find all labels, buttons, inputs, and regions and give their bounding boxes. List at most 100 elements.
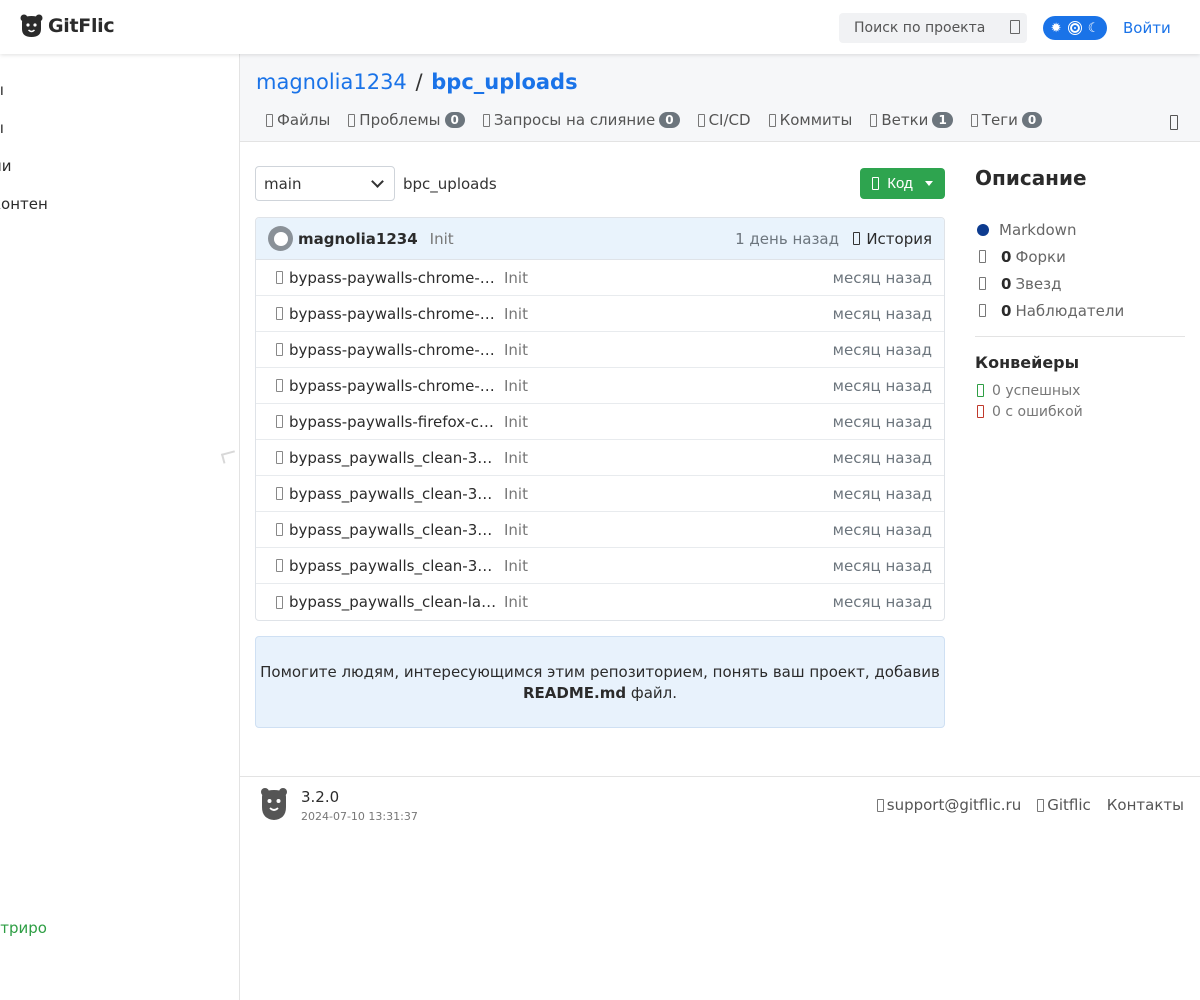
avatar[interactable] [268, 226, 293, 251]
table-row[interactable]: bypass-paywalls-firefox-clean... Init ме… [256, 404, 944, 440]
file-icon [276, 451, 283, 464]
file-commit-message[interactable]: Init [504, 305, 528, 323]
moon-icon[interactable]: ☾ [1088, 22, 1100, 35]
sun-icon[interactable]: ✹ [1051, 22, 1062, 35]
file-name[interactable]: bypass_paywalls_clean-3.7.3.... [289, 449, 497, 467]
file-commit-message[interactable]: Init [504, 557, 528, 575]
app-name: GitFlic [48, 15, 115, 37]
tab-label: Запросы на слияние [493, 111, 656, 129]
chevron-down-icon [371, 174, 384, 188]
file-commit-time: месяц назад [832, 412, 932, 431]
current-path: bpc_uploads [403, 175, 497, 193]
file-commit-message[interactable]: Init [504, 593, 528, 611]
table-row[interactable]: bypass-paywalls-chrome-cle... Init месяц… [256, 332, 944, 368]
contacts-link[interactable]: Контакты [1107, 796, 1184, 814]
sidebar-collapse-handle[interactable] [220, 450, 238, 464]
cicd-icon [697, 113, 705, 127]
table-row[interactable]: bypass-paywalls-chrome-cle... Init месяц… [256, 260, 944, 296]
project-search-input[interactable] [839, 13, 1027, 43]
bear-logo-icon [20, 14, 43, 38]
error-icon [977, 405, 984, 418]
stars-item[interactable]: 0 Звезд [975, 270, 1185, 297]
file-commit-message[interactable]: Init [504, 521, 528, 539]
code-button-label: Код [887, 175, 913, 192]
code-button[interactable]: Код [860, 168, 945, 199]
file-commit-message[interactable]: Init [504, 449, 528, 467]
login-link[interactable]: Войти [1123, 19, 1171, 37]
tag-icon [970, 113, 978, 127]
code-icon [872, 177, 880, 190]
pipelines-success[interactable]: 0 успешных [975, 380, 1185, 401]
search-icon[interactable] [1010, 20, 1020, 34]
history-label: История [866, 229, 932, 248]
branch-select[interactable]: main [255, 166, 395, 201]
file-name[interactable]: bypass_paywalls_clean-3.7.4.... [289, 557, 497, 575]
target-icon[interactable] [1066, 20, 1083, 36]
history-link[interactable]: История [853, 230, 932, 248]
sidebar-item[interactable]: ии [0, 157, 12, 175]
theme-switcher[interactable]: ✹ ☾ [1043, 16, 1107, 40]
tab-branches[interactable]: Ветки 1 [870, 111, 953, 129]
commit-icon [768, 113, 776, 127]
table-row[interactable]: bypass_paywalls_clean-3.7.4.... Init мес… [256, 512, 944, 548]
repo-owner-link[interactable]: magnolia1234 [256, 70, 407, 94]
pipelines-failed[interactable]: 0 с ошибкой [975, 401, 1185, 422]
tab-tags[interactable]: Теги 0 [970, 111, 1043, 129]
tab-files[interactable]: Файлы [266, 111, 330, 129]
file-commit-time: месяц назад [832, 304, 932, 323]
pipelines-title: Конвейеры [975, 353, 1080, 372]
file-name[interactable]: bypass-paywalls-chrome-cle... [289, 377, 497, 395]
file-name[interactable]: bypass-paywalls-chrome-cle... [289, 269, 497, 287]
gitflic-logo[interactable]: GitFlic [20, 14, 115, 38]
commit-author[interactable]: magnolia1234 [298, 230, 418, 248]
sidebar-item[interactable]: ь [0, 881, 1, 899]
more-options-icon[interactable] [1170, 115, 1178, 130]
file-name[interactable]: bypass_paywalls_clean-lates... [289, 593, 497, 611]
about-title: Описание [975, 166, 1087, 190]
watchers-item[interactable]: 0 Наблюдатели [975, 297, 1185, 324]
table-row[interactable]: bypass_paywalls_clean-lates... Init меся… [256, 584, 944, 620]
gitflic-link-label: Gitflic [1047, 796, 1091, 814]
table-row[interactable]: bypass_paywalls_clean-3.7.3.... Init мес… [256, 476, 944, 512]
star-icon [979, 277, 986, 290]
file-name[interactable]: bypass_paywalls_clean-3.7.4.... [289, 521, 497, 539]
file-commit-time: месяц назад [832, 520, 932, 539]
table-row[interactable]: bypass-paywalls-chrome-cle... Init месяц… [256, 296, 944, 332]
file-name[interactable]: bypass_paywalls_clean-3.7.3.... [289, 485, 497, 503]
file-commit-message[interactable]: Init [504, 269, 528, 287]
file-commit-message[interactable]: Init [504, 377, 528, 395]
table-row[interactable]: bypass-paywalls-chrome-cle... Init месяц… [256, 368, 944, 404]
file-commit-message[interactable]: Init [504, 341, 528, 359]
file-name[interactable]: bypass-paywalls-chrome-cle... [289, 341, 497, 359]
file-commit-message[interactable]: Init [504, 413, 528, 431]
tab-commits[interactable]: Коммиты [768, 111, 852, 129]
tab-cicd[interactable]: CI/CD [697, 111, 751, 129]
tab-issues[interactable]: Проблемы 0 [348, 111, 465, 129]
gitflic-link[interactable]: Gitflic [1037, 796, 1091, 814]
tab-merge-requests[interactable]: Запросы на слияние 0 [482, 111, 680, 129]
commit-message[interactable]: Init [430, 230, 454, 248]
caret-down-icon [924, 181, 933, 186]
eye-icon [979, 304, 986, 317]
file-name[interactable]: bypass-paywalls-chrome-cle... [289, 305, 497, 323]
support-email-link[interactable]: support@gitflic.ru [876, 796, 1021, 814]
readme-file-link[interactable]: README.md [523, 684, 626, 702]
forks-item[interactable]: 0 Форки [975, 243, 1185, 270]
forks-count: 0 [1001, 247, 1012, 266]
file-icon [276, 343, 283, 356]
file-table: magnolia1234 Init 1 день назад История b… [255, 217, 945, 621]
sidebar-item[interactable]: контен [0, 195, 48, 213]
sidebar-register-link[interactable]: стриро [0, 919, 47, 937]
count-badge: 0 [1021, 112, 1043, 128]
file-commit-message[interactable]: Init [504, 485, 528, 503]
sidebar-item[interactable]: ы [0, 119, 4, 137]
table-row[interactable]: bypass_paywalls_clean-3.7.4.... Init мес… [256, 548, 944, 584]
table-row[interactable]: bypass_paywalls_clean-3.7.3.... Init мес… [256, 440, 944, 476]
stars-label: Звезд [1015, 274, 1062, 293]
repo-name-link[interactable]: bpc_uploads [431, 70, 577, 94]
sidebar-item[interactable]: ы [0, 81, 4, 99]
last-commit-bar: magnolia1234 Init 1 день назад История [256, 218, 944, 260]
file-name[interactable]: bypass-paywalls-firefox-clean... [289, 413, 497, 431]
file-icon [276, 415, 283, 428]
forks-label: Форки [1015, 247, 1066, 266]
